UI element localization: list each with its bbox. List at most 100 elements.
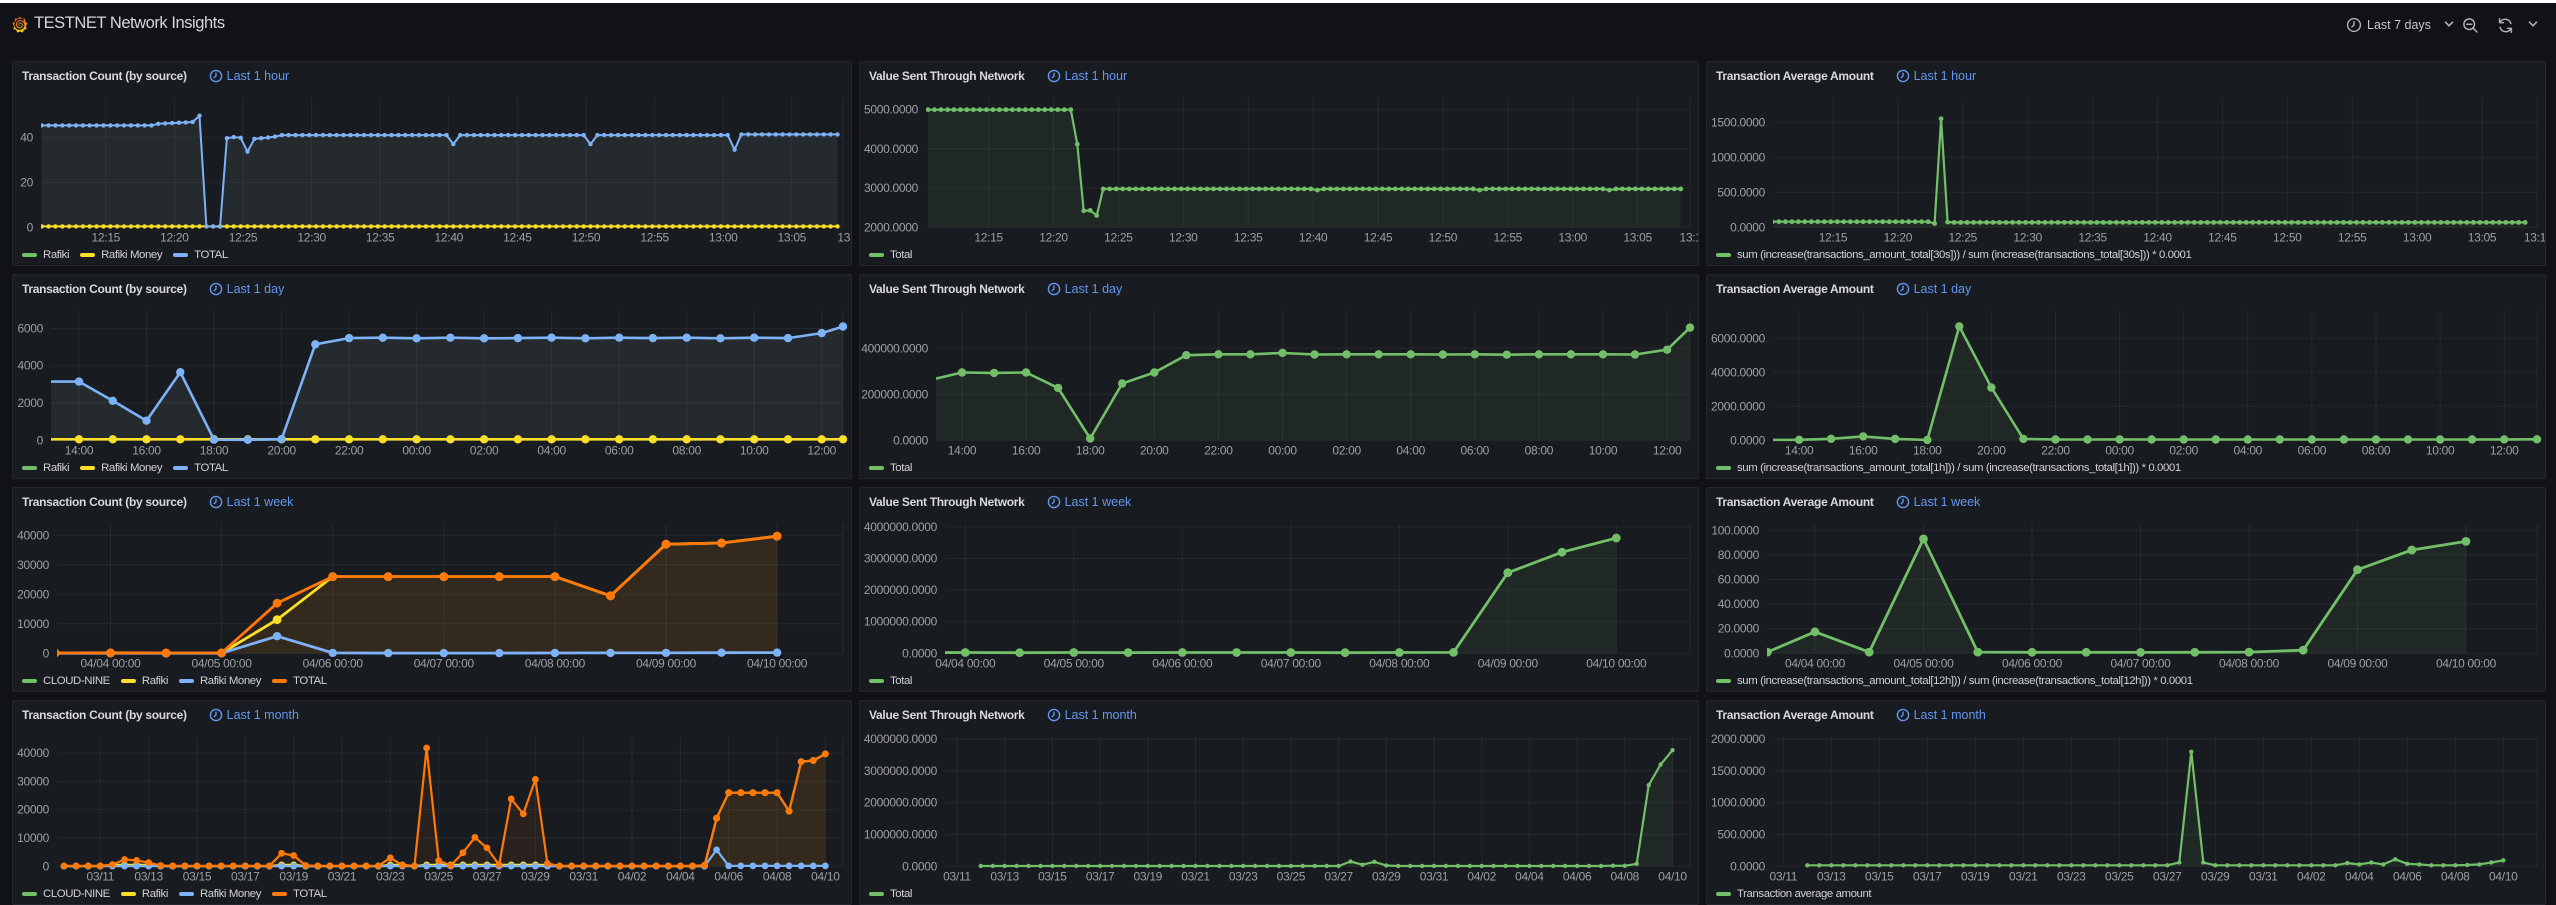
svg-text:40: 40 (20, 130, 33, 144)
svg-text:2000.0000: 2000.0000 (1711, 399, 1766, 413)
svg-text:03/17: 03/17 (231, 870, 260, 884)
svg-text:3000000.0000: 3000000.0000 (864, 552, 938, 566)
svg-text:12:35: 12:35 (2078, 231, 2107, 245)
svg-text:04/08: 04/08 (763, 870, 792, 884)
svg-text:04/10 00:00: 04/10 00:00 (747, 657, 808, 671)
svg-text:2000.0000: 2000.0000 (864, 220, 919, 234)
svg-text:12:15: 12:15 (974, 231, 1003, 245)
svg-text:04/07 00:00: 04/07 00:00 (414, 657, 475, 671)
svg-text:03/15: 03/15 (183, 870, 212, 884)
svg-text:14:00: 14:00 (948, 444, 977, 458)
svg-text:04/08: 04/08 (2441, 870, 2470, 884)
svg-text:12:15: 12:15 (92, 231, 121, 245)
svg-text:03/25: 03/25 (424, 870, 453, 884)
svg-text:03/21: 03/21 (1181, 870, 1210, 884)
svg-text:12:40: 12:40 (435, 231, 464, 245)
svg-text:80.0000: 80.0000 (1718, 548, 1760, 562)
svg-text:0: 0 (27, 220, 34, 234)
svg-text:0: 0 (37, 433, 44, 447)
svg-text:00:00: 00:00 (2105, 444, 2134, 458)
svg-text:14:00: 14:00 (65, 444, 94, 458)
svg-text:3000000.0000: 3000000.0000 (864, 764, 938, 778)
svg-text:06:00: 06:00 (1461, 444, 1490, 458)
svg-text:08:00: 08:00 (2362, 444, 2391, 458)
svg-text:02:00: 02:00 (1332, 444, 1361, 458)
svg-text:20:00: 20:00 (1977, 444, 2006, 458)
svg-text:04/09 00:00: 04/09 00:00 (2327, 657, 2388, 671)
svg-text:18:00: 18:00 (1076, 444, 1105, 458)
svg-text:04/06 00:00: 04/06 00:00 (303, 657, 364, 671)
svg-text:12:30: 12:30 (1169, 231, 1198, 245)
svg-text:03/13: 03/13 (1817, 870, 1846, 884)
svg-text:10:00: 10:00 (2426, 444, 2455, 458)
svg-text:12:55: 12:55 (2338, 231, 2367, 245)
svg-text:03/31: 03/31 (569, 870, 598, 884)
svg-text:12:40: 12:40 (1299, 231, 1328, 245)
svg-text:12:30: 12:30 (297, 231, 326, 245)
svg-text:6000.0000: 6000.0000 (1711, 331, 1766, 345)
svg-text:04/05 00:00: 04/05 00:00 (1893, 657, 1954, 671)
svg-text:13:00: 13:00 (1558, 231, 1587, 245)
svg-text:12:25: 12:25 (229, 231, 258, 245)
svg-text:03/23: 03/23 (1229, 870, 1258, 884)
svg-text:03/21: 03/21 (2009, 870, 2038, 884)
svg-text:22:00: 22:00 (1204, 444, 1233, 458)
svg-text:22:00: 22:00 (2041, 444, 2070, 458)
svg-text:0.0000: 0.0000 (1724, 646, 1760, 660)
svg-text:500.0000: 500.0000 (1717, 828, 1765, 842)
svg-text:04/10 00:00: 04/10 00:00 (1586, 657, 1647, 671)
svg-text:3000.0000: 3000.0000 (864, 181, 919, 195)
svg-text:04/06 00:00: 04/06 00:00 (1152, 657, 1213, 671)
svg-text:04/02: 04/02 (1467, 870, 1496, 884)
svg-text:03/27: 03/27 (1324, 870, 1353, 884)
svg-text:04/06: 04/06 (1563, 870, 1592, 884)
svg-text:04:00: 04:00 (537, 444, 566, 458)
svg-text:16:00: 16:00 (1849, 444, 1878, 458)
svg-text:03/23: 03/23 (376, 870, 405, 884)
svg-text:00:00: 00:00 (402, 444, 431, 458)
svg-text:04/02: 04/02 (2297, 870, 2326, 884)
svg-text:03/27: 03/27 (2153, 870, 2182, 884)
svg-text:1000.0000: 1000.0000 (1711, 150, 1766, 164)
svg-text:03/11: 03/11 (1769, 870, 1797, 884)
svg-text:40.0000: 40.0000 (1718, 597, 1760, 611)
svg-text:06:00: 06:00 (605, 444, 634, 458)
svg-text:04/10: 04/10 (1658, 870, 1687, 884)
svg-text:12:45: 12:45 (1364, 231, 1393, 245)
svg-text:10:00: 10:00 (1589, 444, 1618, 458)
svg-text:22:00: 22:00 (335, 444, 364, 458)
svg-text:03/27: 03/27 (473, 870, 502, 884)
svg-text:12:00: 12:00 (2490, 444, 2519, 458)
svg-text:08:00: 08:00 (1525, 444, 1554, 458)
svg-text:04/04: 04/04 (666, 870, 695, 884)
svg-text:04/05 00:00: 04/05 00:00 (192, 657, 253, 671)
svg-text:12:55: 12:55 (640, 231, 669, 245)
svg-text:10000: 10000 (17, 617, 49, 631)
svg-text:03/29: 03/29 (1372, 870, 1401, 884)
svg-text:1000.0000: 1000.0000 (1711, 796, 1766, 810)
svg-text:04/09 00:00: 04/09 00:00 (1478, 657, 1539, 671)
svg-text:0.0000: 0.0000 (902, 859, 938, 873)
svg-text:4000.0000: 4000.0000 (864, 142, 919, 156)
svg-text:04/07 00:00: 04/07 00:00 (2110, 657, 2171, 671)
svg-text:04/10: 04/10 (811, 870, 840, 884)
svg-text:1500.0000: 1500.0000 (1711, 764, 1766, 778)
svg-text:4000000.0000: 4000000.0000 (864, 520, 938, 534)
svg-text:12:15: 12:15 (1819, 231, 1848, 245)
svg-text:04/06 00:00: 04/06 00:00 (2002, 657, 2063, 671)
svg-text:13:10: 13:10 (2524, 231, 2546, 245)
svg-text:1000000.0000: 1000000.0000 (864, 615, 938, 629)
svg-text:04/07 00:00: 04/07 00:00 (1261, 657, 1322, 671)
svg-text:13:05: 13:05 (778, 231, 807, 245)
svg-text:03/31: 03/31 (1420, 870, 1449, 884)
svg-text:2000: 2000 (18, 396, 44, 410)
svg-text:4000000.0000: 4000000.0000 (864, 732, 938, 746)
svg-text:03/15: 03/15 (1865, 870, 1894, 884)
svg-text:04:00: 04:00 (2234, 444, 2263, 458)
svg-text:13:05: 13:05 (2468, 231, 2497, 245)
svg-text:20.0000: 20.0000 (1718, 622, 1760, 636)
svg-text:10:00: 10:00 (740, 444, 769, 458)
svg-text:12:30: 12:30 (2013, 231, 2042, 245)
svg-text:12:45: 12:45 (503, 231, 532, 245)
svg-text:03/25: 03/25 (1277, 870, 1306, 884)
